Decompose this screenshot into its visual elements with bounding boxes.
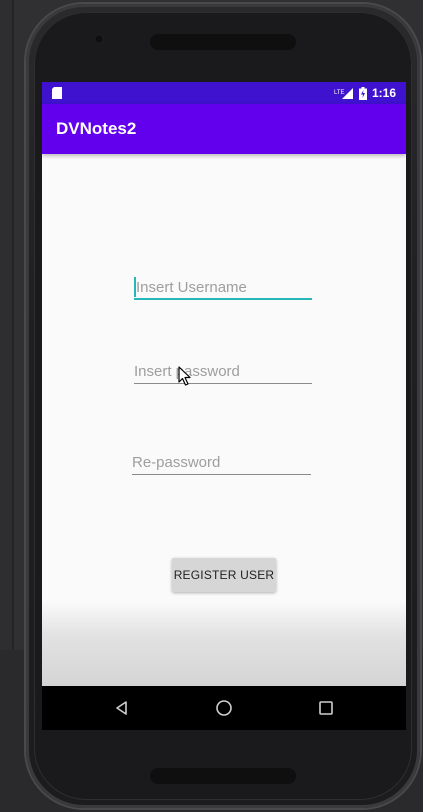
sd-card-icon (52, 87, 62, 99)
status-time: 1:16 (371, 86, 396, 100)
status-right-group: LTE 1:16 (334, 82, 396, 104)
mouse-pointer-icon (178, 366, 191, 386)
signal-icon: LTE (334, 88, 353, 99)
bottom-speaker (150, 768, 296, 784)
home-circle-icon (216, 700, 232, 716)
repassword-field[interactable] (132, 451, 311, 475)
username-input[interactable] (134, 276, 314, 298)
app-title: DVNotes2 (56, 119, 137, 138)
username-underline (134, 298, 312, 300)
repassword-input[interactable] (132, 451, 311, 473)
screen-bottom-shade (42, 602, 406, 686)
repassword-underline (132, 474, 311, 475)
front-camera (94, 34, 104, 44)
register-user-button[interactable]: REGISTER USER (172, 558, 276, 592)
password-underline (134, 383, 312, 384)
top-speaker (150, 34, 296, 50)
nav-home-button[interactable] (212, 696, 236, 720)
nav-recents-button[interactable] (314, 696, 338, 720)
nav-back-button[interactable] (110, 696, 134, 720)
username-field[interactable] (134, 276, 314, 300)
password-input[interactable] (134, 360, 312, 382)
back-triangle-icon (116, 701, 127, 715)
device-screen: LTE 1:16 DVNotes2 REGISTER USER (42, 82, 406, 730)
app-bar: DVNotes2 (42, 104, 406, 154)
battery-icon (358, 86, 367, 100)
status-bar: LTE 1:16 (42, 82, 406, 104)
recents-square-icon (319, 701, 333, 715)
navigation-bar (42, 686, 406, 730)
password-field[interactable] (134, 360, 312, 384)
network-type-label: LTE (334, 90, 345, 96)
